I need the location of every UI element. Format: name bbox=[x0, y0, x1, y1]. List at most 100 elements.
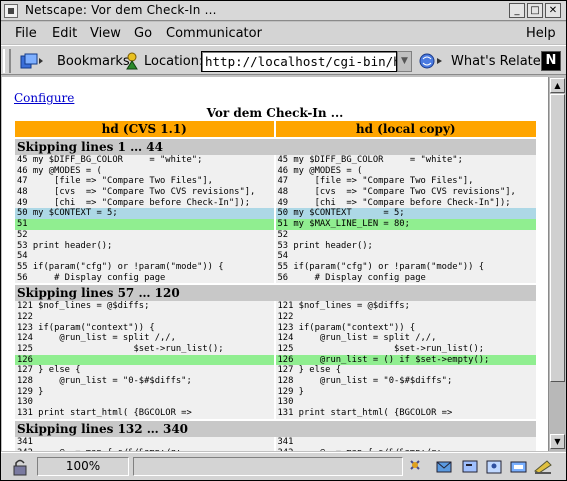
right-code-line: 124 @run_list = split /,/, bbox=[275, 333, 536, 344]
skip-lines-row: Skipping lines 57 … 120 bbox=[15, 285, 536, 302]
diff-row: 127 } else {127 } else { bbox=[15, 365, 536, 377]
diff-row: 48 [cvs => "Compare Two CVS revisions"],… bbox=[15, 187, 536, 198]
component-bar-icons[interactable] bbox=[407, 457, 557, 477]
location-icon[interactable] bbox=[123, 51, 141, 71]
menu-edit[interactable]: Edit bbox=[52, 26, 77, 41]
right-code-line: 123 if(param("context")) { bbox=[275, 322, 536, 334]
right-code-line: 122 bbox=[275, 311, 536, 323]
diff-row: 122 122 bbox=[15, 311, 536, 323]
right-code-line: 49 [chi => "Compare before Check-In"]); bbox=[275, 197, 536, 209]
status-bar: 100% bbox=[1, 452, 566, 480]
menu-bar: File Edit View Go Communicator Help bbox=[1, 22, 566, 44]
left-code-line: 122 bbox=[15, 311, 276, 323]
page-content: Configure Vor dem Check-In ... hd (CVS 1… bbox=[2, 77, 548, 451]
close-icon[interactable]: ✕ bbox=[545, 3, 561, 18]
bookmarks-label[interactable]: Bookmarks bbox=[57, 54, 130, 69]
left-code-line: 121 $nof_lines = @$diffs; bbox=[15, 301, 276, 312]
left-code-line: 56 # Display config page bbox=[15, 272, 276, 284]
vertical-scrollbar[interactable]: ▲ ▼ bbox=[548, 77, 565, 451]
dock-icon bbox=[534, 460, 552, 474]
right-code-line: 48 [cvs => "Compare Two CVS revisions"], bbox=[275, 187, 536, 198]
right-code-line: 342 @_ = map { s/&/&amp;/g; bbox=[275, 447, 536, 451]
diff-row: 56 # Display config page 56 # Display con… bbox=[15, 272, 536, 284]
bookmarks-icon[interactable] bbox=[19, 52, 45, 70]
left-code-line: 45 my $DIFF_BG_COLOR = "white"; bbox=[15, 155, 276, 166]
right-code-line: 46 my @MODES = ( bbox=[275, 165, 536, 177]
right-code-line: 131 print start_html( {BGCOLOR => bbox=[275, 408, 536, 419]
right-code-line: 50 my $CONTEXT = 5; bbox=[275, 208, 536, 220]
diff-row: 129 } 129 } bbox=[15, 386, 536, 398]
right-code-line: 45 my $DIFF_BG_COLOR = "white"; bbox=[275, 155, 536, 166]
right-code-line: 56 # Display config page bbox=[275, 272, 536, 284]
left-code-line: 54 bbox=[15, 251, 276, 262]
security-lock-icon[interactable] bbox=[11, 458, 29, 476]
left-code-line: 130 bbox=[15, 397, 276, 409]
skip-lines-row: Skipping lines 132 … 340 bbox=[15, 420, 536, 437]
location-label: Location: bbox=[144, 54, 204, 69]
title-bar[interactable]: Netscape: Vor dem Check-In ... _ □ ✕ bbox=[1, 1, 566, 21]
menu-communicator[interactable]: Communicator bbox=[166, 26, 262, 41]
right-code-line: 47 [file => "Compare Two Files"], bbox=[275, 176, 536, 188]
location-input[interactable]: http://localhost/cgi-bin/hd bbox=[201, 51, 397, 72]
location-dropdown-icon[interactable]: ▼ bbox=[397, 51, 412, 72]
right-code-line: 54 bbox=[275, 251, 536, 262]
diff-row: 128 @run_list = "0-$#$diffs"; 128 @run_li… bbox=[15, 376, 536, 387]
diff-row: 53 print header(); 53 print header(); bbox=[15, 240, 536, 252]
address-book-icon bbox=[486, 460, 502, 474]
diff-row: 130 130 bbox=[15, 397, 536, 409]
menu-help[interactable]: Help bbox=[526, 26, 556, 41]
diff-row: 45 my $DIFF_BG_COLOR = "white"; 45 my $DI… bbox=[15, 155, 536, 166]
minimize-icon[interactable]: _ bbox=[509, 3, 525, 18]
scroll-up-icon[interactable]: ▲ bbox=[550, 78, 565, 93]
left-code-line: 129 } bbox=[15, 386, 276, 398]
left-code-line: 131 print start_html( {BGCOLOR => bbox=[15, 408, 276, 419]
diff-header-row: hd (CVS 1.1) hd (local copy) bbox=[15, 121, 536, 137]
diff-row: 47 [file => "Compare Two Files"], 47 [fil… bbox=[15, 176, 536, 188]
left-code-line: 128 @run_list = "0-$#$diffs"; bbox=[15, 376, 276, 387]
left-code-line: 125 $set->run_list(); bbox=[15, 344, 276, 355]
whats-related-icon[interactable] bbox=[417, 51, 445, 71]
menu-view[interactable]: View bbox=[90, 26, 121, 41]
left-code-line: 124 @run_list = split /,/, bbox=[15, 333, 276, 344]
browser-window: Netscape: Vor dem Check-In ... _ □ ✕ Fil… bbox=[0, 0, 567, 481]
right-code-line: 130 bbox=[275, 397, 536, 409]
newsgroups-icon bbox=[462, 460, 478, 473]
scroll-down-icon[interactable]: ▼ bbox=[550, 434, 565, 449]
left-code-line: 50 my $CONTEXT = 5; bbox=[15, 208, 276, 220]
left-code-line: 46 my @MODES = ( bbox=[15, 165, 276, 177]
diff-row: 342 @_ = map { s/&/&amp;/g;342 @_ = map … bbox=[15, 447, 536, 451]
left-code-line: 342 @_ = map { s/&/&amp;/g; bbox=[15, 447, 276, 451]
right-header: hd (local copy) bbox=[275, 121, 536, 137]
page-title: Vor dem Check-In ... bbox=[206, 106, 344, 120]
netscape-logo-icon: N bbox=[541, 51, 561, 71]
window-menu-icon[interactable] bbox=[4, 4, 18, 18]
scroll-thumb[interactable] bbox=[550, 94, 565, 382]
diff-table: hd (CVS 1.1) hd (local copy) Skipping li… bbox=[15, 121, 536, 451]
left-code-line: 126 bbox=[15, 354, 276, 366]
whats-related-label[interactable]: What's Related bbox=[451, 54, 549, 69]
diff-row: 131 print start_html( {BGCOLOR => 131 pri… bbox=[15, 408, 536, 419]
diff-row: 341 341 bbox=[15, 436, 536, 448]
right-code-line: 51 my $MAX_LINE_LEN = 80; bbox=[275, 219, 536, 230]
diff-row: 121 $nof_lines = @$diffs; 121 $nof_lines … bbox=[15, 301, 536, 312]
diff-row: 52 52 bbox=[15, 229, 536, 241]
left-code-line: 123 if(param("context")) { bbox=[15, 322, 276, 334]
window-title: Netscape: Vor dem Check-In ... bbox=[25, 3, 217, 17]
left-code-line: 55 if(param("cfg") or !param("mode")) { bbox=[15, 261, 276, 273]
menu-file[interactable]: File bbox=[15, 26, 37, 41]
diff-row: 126 126 @run_list = () if $set->empty(); bbox=[15, 354, 536, 366]
right-code-line: 129 } bbox=[275, 386, 536, 398]
status-message bbox=[133, 457, 403, 476]
diff-row: 49 [chi => "Compare before Check-In"]); 4… bbox=[15, 197, 536, 209]
configure-link[interactable]: Configure bbox=[14, 91, 74, 105]
diff-row: 54 54 bbox=[15, 251, 536, 262]
left-code-line: 53 print header(); bbox=[15, 240, 276, 252]
skip-lines-row: Skipping lines 1 … 44 bbox=[15, 139, 536, 155]
left-code-line: 48 [cvs => "Compare Two CVS revisions"], bbox=[15, 187, 276, 198]
toolbar-grip[interactable] bbox=[3, 49, 11, 73]
left-code-line: 49 [chi => "Compare before Check-In"]); bbox=[15, 197, 276, 209]
maximize-icon[interactable]: □ bbox=[527, 3, 543, 18]
right-code-line: 55 if(param("cfg") or !param("mode")) { bbox=[275, 261, 536, 273]
right-code-line: 125 $set->run_list(); bbox=[275, 344, 536, 355]
menu-go[interactable]: Go bbox=[134, 26, 152, 41]
